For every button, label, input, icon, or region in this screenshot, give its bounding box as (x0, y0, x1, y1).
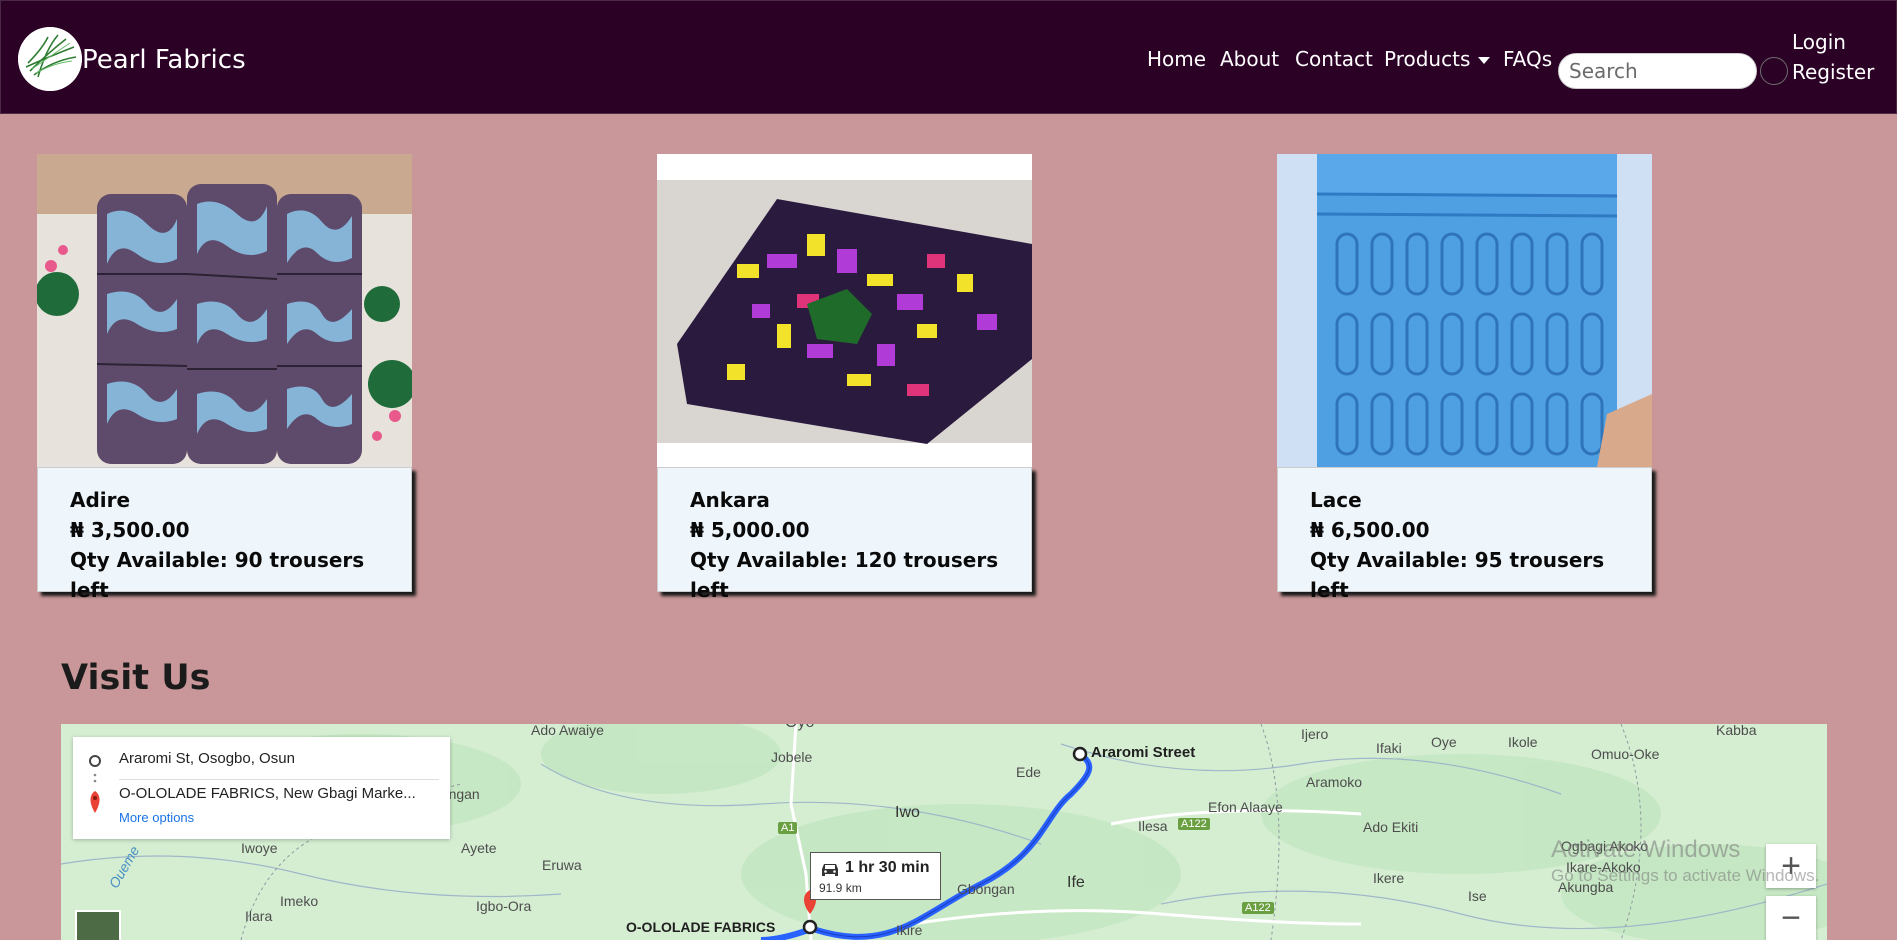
road-shield: A122 (1178, 818, 1210, 830)
chevron-down-icon (1478, 57, 1491, 64)
activate-windows-title: Activate Windows (1551, 836, 1741, 863)
product-price: ₦ 5,000.00 (690, 518, 810, 542)
route-duration: 1 hr 30 min (845, 859, 930, 876)
map-place-label: Kabba (1716, 724, 1757, 738)
map-place-label: Ado Ekiti (1363, 819, 1419, 835)
product-qty: Qty Available: 120 trousers left (690, 548, 999, 602)
activate-windows-subtitle: Go to Settings to activate Windows. (1551, 866, 1820, 885)
product-card-ankara[interactable]: Ankara ₦ 5,000.00 Qty Available: 120 tro… (657, 154, 1032, 602)
map-place-label: Oyo (785, 724, 814, 732)
product-qty: Qty Available: 90 trousers left (70, 548, 365, 602)
map-place-label: Araromi Street (1091, 744, 1196, 761)
route-divider (119, 779, 439, 780)
map-place-label: Iwo (895, 804, 920, 821)
map-place-label: Ikole (1508, 734, 1538, 750)
map-place-label: Iwoye (241, 840, 278, 856)
product-card-adire[interactable]: Adire ₦ 3,500.00 Qty Available: 90 trous… (37, 154, 412, 602)
map-place-label: Igbo-Ora (476, 898, 532, 914)
map-place-label: Ifaki (1376, 740, 1402, 756)
satellite-layer-toggle[interactable] (75, 910, 121, 940)
product-info-lace: Lace ₦ 6,500.00 Qty Available: 95 trouse… (1277, 467, 1652, 602)
map-place-label: Omuo-Oke (1591, 746, 1660, 762)
map-place-label: Ado Awaiye (531, 724, 604, 738)
product-card-lace[interactable]: Lace ₦ 6,500.00 Qty Available: 95 trouse… (1277, 154, 1652, 602)
search-button[interactable] (1760, 57, 1788, 85)
nav-faqs[interactable]: FAQs (1503, 47, 1552, 71)
nav-home[interactable]: Home (1147, 47, 1206, 71)
product-image-adire (37, 154, 412, 467)
route-distance: 91.9 km (819, 881, 862, 895)
map-place-label: Ise (1468, 888, 1487, 904)
route-stops-icon (89, 755, 101, 813)
nav-products-label: Products (1384, 47, 1471, 71)
product-image-lace (1277, 154, 1652, 467)
map-place-label: Aramoko (1306, 774, 1363, 790)
map-place-label: O-OLOLADE FABRICS (626, 919, 776, 935)
map-place-label: Oye (1431, 734, 1457, 750)
map-place-label: Efon Alaaye (1208, 799, 1283, 815)
map-embed[interactable]: Ado Awaiye Oyo Jobele Ijero Ifaki Oye Ik… (61, 724, 1827, 940)
map-place-label: Eruwa (542, 857, 582, 873)
brand-name[interactable]: Pearl Fabrics (82, 45, 246, 75)
brand-logo[interactable] (18, 27, 82, 91)
navbar: Pearl Fabrics Home About Contact Product… (0, 0, 1897, 114)
product-name: Ankara (690, 488, 770, 512)
product-name: Lace (1310, 488, 1362, 512)
more-options-link[interactable]: More options (119, 810, 194, 825)
nav-products-dropdown[interactable]: Products (1384, 47, 1491, 71)
map-place-label: Ijero (1301, 726, 1329, 742)
map-place-label: Jobele (771, 749, 813, 765)
register-link[interactable]: Register (1792, 60, 1874, 84)
map-place-label: Ife (1067, 874, 1085, 891)
search-input[interactable] (1558, 53, 1757, 89)
nav-about[interactable]: About (1220, 47, 1279, 71)
product-info-ankara: Ankara ₦ 5,000.00 Qty Available: 120 tro… (657, 467, 1032, 602)
car-icon (822, 864, 838, 876)
road-shield: A122 (1242, 902, 1274, 914)
route-destination[interactable]: O-OLOLADE FABRICS, New Gbagi Marke... (119, 785, 416, 802)
route-duration-box[interactable]: 1 hr 30 min 91.9 km (810, 852, 941, 900)
minus-icon: − (1781, 899, 1801, 937)
directions-card[interactable]: Araromi St, Osogbo, Osun O-OLOLADE FABRI… (73, 737, 450, 839)
map-place-label: Imeko (280, 893, 319, 909)
map-place-label: Ilesa (1138, 818, 1168, 834)
product-price: ₦ 3,500.00 (70, 518, 190, 542)
product-image-ankara (657, 154, 1032, 467)
zoom-out-button[interactable]: − (1766, 896, 1816, 940)
map-place-label: Ayete (461, 840, 497, 856)
login-link[interactable]: Login (1792, 30, 1846, 54)
road-shield: A1 (778, 822, 798, 834)
map-place-label: Ilara (245, 908, 273, 924)
map-place-label: Gbongan (957, 881, 1015, 897)
product-price: ₦ 6,500.00 (1310, 518, 1430, 542)
product-info-adire: Adire ₦ 3,500.00 Qty Available: 90 trous… (37, 467, 412, 602)
map-place-label: Ikere (1373, 870, 1405, 886)
product-name: Adire (70, 488, 131, 512)
map-place-label: Ede (1016, 764, 1041, 780)
map-place-label: Ikire (896, 922, 923, 938)
visit-us-heading: Visit Us (61, 658, 211, 698)
product-qty: Qty Available: 95 trousers left (1310, 548, 1605, 602)
route-origin[interactable]: Araromi St, Osogbo, Osun (119, 750, 295, 767)
nav-contact[interactable]: Contact (1295, 47, 1373, 71)
